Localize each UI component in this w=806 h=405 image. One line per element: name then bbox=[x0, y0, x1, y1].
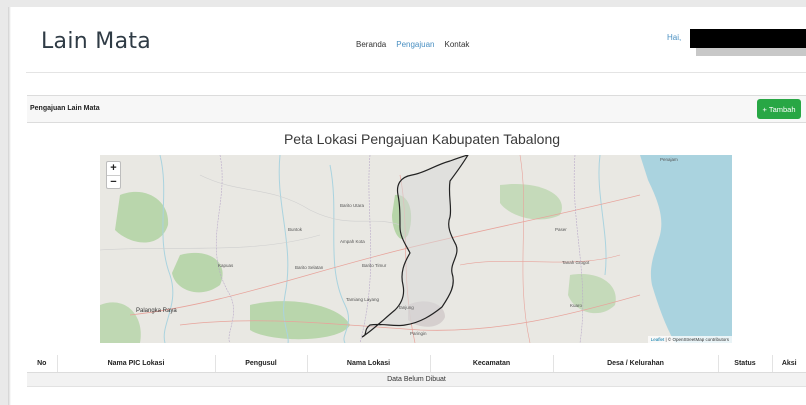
nav-link-pengajuan[interactable]: Pengajuan bbox=[396, 40, 434, 49]
column-header-status: Status bbox=[718, 355, 773, 373]
column-header-pengusul: Pengusul bbox=[215, 355, 308, 373]
map-label-barito-utara: Barito Utara bbox=[340, 203, 365, 208]
column-header-no: No bbox=[27, 355, 58, 373]
zoom-out-button[interactable]: − bbox=[107, 175, 120, 188]
map-label-tanjung: Tanjung bbox=[398, 305, 414, 310]
column-header-nama-pic: Nama PIC Lokasi bbox=[57, 355, 216, 373]
nav-link-kontak[interactable]: Kontak bbox=[445, 40, 470, 49]
map-label-palangka-raya: Palangka Raya bbox=[136, 308, 177, 314]
user-greeting[interactable]: Hai, bbox=[667, 33, 681, 42]
add-button[interactable]: + Tambah bbox=[757, 99, 801, 119]
map-label-ampah-kota: Ampah Kota bbox=[340, 239, 365, 244]
map-label-kuaro: Kuaro bbox=[570, 303, 583, 308]
window-frame-top bbox=[0, 0, 806, 7]
map-label-tamiang-layang: Tamiang Layang bbox=[346, 297, 380, 302]
map-label-barito-timur: Barito Timur bbox=[362, 263, 387, 268]
navbar-divider bbox=[26, 72, 806, 73]
table-header-row: No Nama PIC Lokasi Pengusul Nama Lokasi … bbox=[27, 355, 806, 373]
map-label-kapuas: Kapuas bbox=[218, 263, 234, 268]
nav-link-beranda[interactable]: Beranda bbox=[356, 40, 386, 49]
map-label-paringin: Paringin bbox=[410, 331, 427, 336]
column-header-aksi: Aksi bbox=[772, 355, 806, 373]
map-label-paser: Paser bbox=[555, 227, 567, 232]
redacted-username bbox=[690, 29, 806, 48]
add-button-label: Tambah bbox=[768, 104, 796, 114]
map-attribution: Leaflet | © OpenStreetMap contributors bbox=[647, 336, 732, 343]
leaflet-link[interactable]: Leaflet bbox=[651, 337, 665, 342]
map-label-barito-selatan: Barito Selatan bbox=[295, 265, 324, 270]
column-header-desa: Desa / Kelurahan bbox=[553, 355, 719, 373]
map-label-penajam: Penajam bbox=[660, 157, 678, 162]
card-title: Pengajuan Lain Mata bbox=[30, 105, 100, 112]
map-label-tanah-grogot: Tanah Grogot bbox=[562, 260, 590, 265]
window-frame-left bbox=[0, 0, 8, 405]
card-header: Pengajuan Lain Mata + Tambah bbox=[27, 95, 806, 123]
empty-table-message: Data Belum Dibuat bbox=[27, 372, 806, 387]
map-label-buntok: Buntok bbox=[288, 227, 303, 232]
zoom-control: + − bbox=[106, 161, 121, 189]
table-row: Data Belum Dibuat bbox=[27, 372, 806, 387]
plus-icon: + bbox=[762, 104, 767, 114]
redaction-shadow bbox=[696, 48, 806, 56]
navbar: Lain Mata Beranda Pengajuan Kontak bbox=[11, 7, 806, 69]
leaflet-map[interactable]: Penajam Barito Utara Buntok Ampah Kota K… bbox=[100, 155, 732, 343]
column-header-nama-lokasi: Nama Lokasi bbox=[307, 355, 431, 373]
pengajuan-table: No Nama PIC Lokasi Pengusul Nama Lokasi … bbox=[27, 355, 806, 387]
column-header-kecamatan: Kecamatan bbox=[430, 355, 554, 373]
brand-logo[interactable]: Lain Mata bbox=[41, 29, 151, 54]
map-tiles bbox=[100, 155, 732, 343]
osm-attribution: | © OpenStreetMap contributors bbox=[665, 337, 729, 342]
zoom-in-button[interactable]: + bbox=[107, 162, 120, 175]
map-title: Peta Lokasi Pengajuan Kabupaten Tabalong bbox=[283, 131, 561, 147]
nav-links: Beranda Pengajuan Kontak bbox=[356, 40, 469, 49]
